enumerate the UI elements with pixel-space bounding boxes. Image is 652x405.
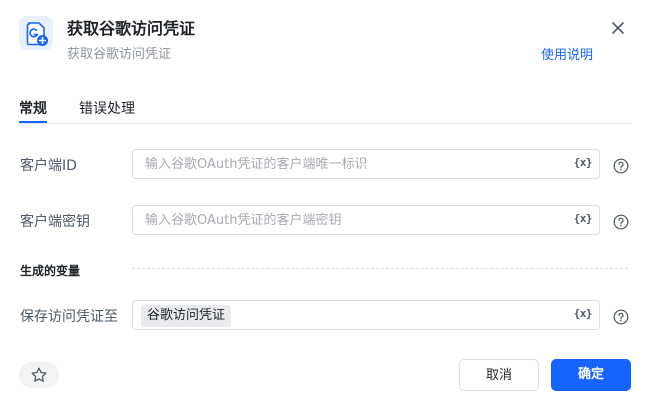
insert-variable-button[interactable]: {x} xyxy=(574,307,593,320)
insert-variable-button[interactable]: {x} xyxy=(574,156,593,169)
star-icon xyxy=(31,367,47,382)
help-question-icon[interactable] xyxy=(613,309,629,325)
client-secret-label: 客户端密钥 xyxy=(20,214,90,230)
tabs-divider xyxy=(19,123,631,124)
client-id-field: {x} xyxy=(132,149,600,179)
help-link[interactable]: 使用说明 xyxy=(541,44,593,63)
close-button[interactable] xyxy=(607,17,629,39)
client-id-label: 客户端ID xyxy=(20,158,77,174)
confirm-button[interactable]: 确定 xyxy=(551,359,631,391)
client-id-input[interactable] xyxy=(145,150,565,178)
google-credential-icon xyxy=(19,16,53,50)
cancel-button[interactable]: 取消 xyxy=(459,359,539,391)
insert-variable-button[interactable]: {x} xyxy=(574,212,593,225)
output-section-title: 生成的变量 xyxy=(20,264,81,278)
section-divider xyxy=(132,268,628,269)
save-to-field[interactable]: 谷歌访问凭证 {x} xyxy=(132,300,600,330)
save-to-label: 保存访问凭证至 xyxy=(20,309,118,325)
tab-error-handling[interactable]: 错误处理 xyxy=(79,98,135,118)
tab-general[interactable]: 常规 xyxy=(19,98,47,118)
dialog-subtitle: 获取谷歌访问凭证 xyxy=(67,47,172,62)
help-question-icon[interactable] xyxy=(613,158,629,174)
client-secret-field: {x} xyxy=(132,205,600,235)
client-secret-input[interactable] xyxy=(145,206,565,234)
dialog-title: 获取谷歌访问凭证 xyxy=(67,19,196,38)
favorite-button[interactable] xyxy=(19,362,59,388)
help-question-icon[interactable] xyxy=(613,214,629,230)
active-tab-indicator xyxy=(19,121,47,123)
close-icon xyxy=(612,22,624,34)
variable-chip[interactable]: 谷歌访问凭证 xyxy=(141,305,232,327)
